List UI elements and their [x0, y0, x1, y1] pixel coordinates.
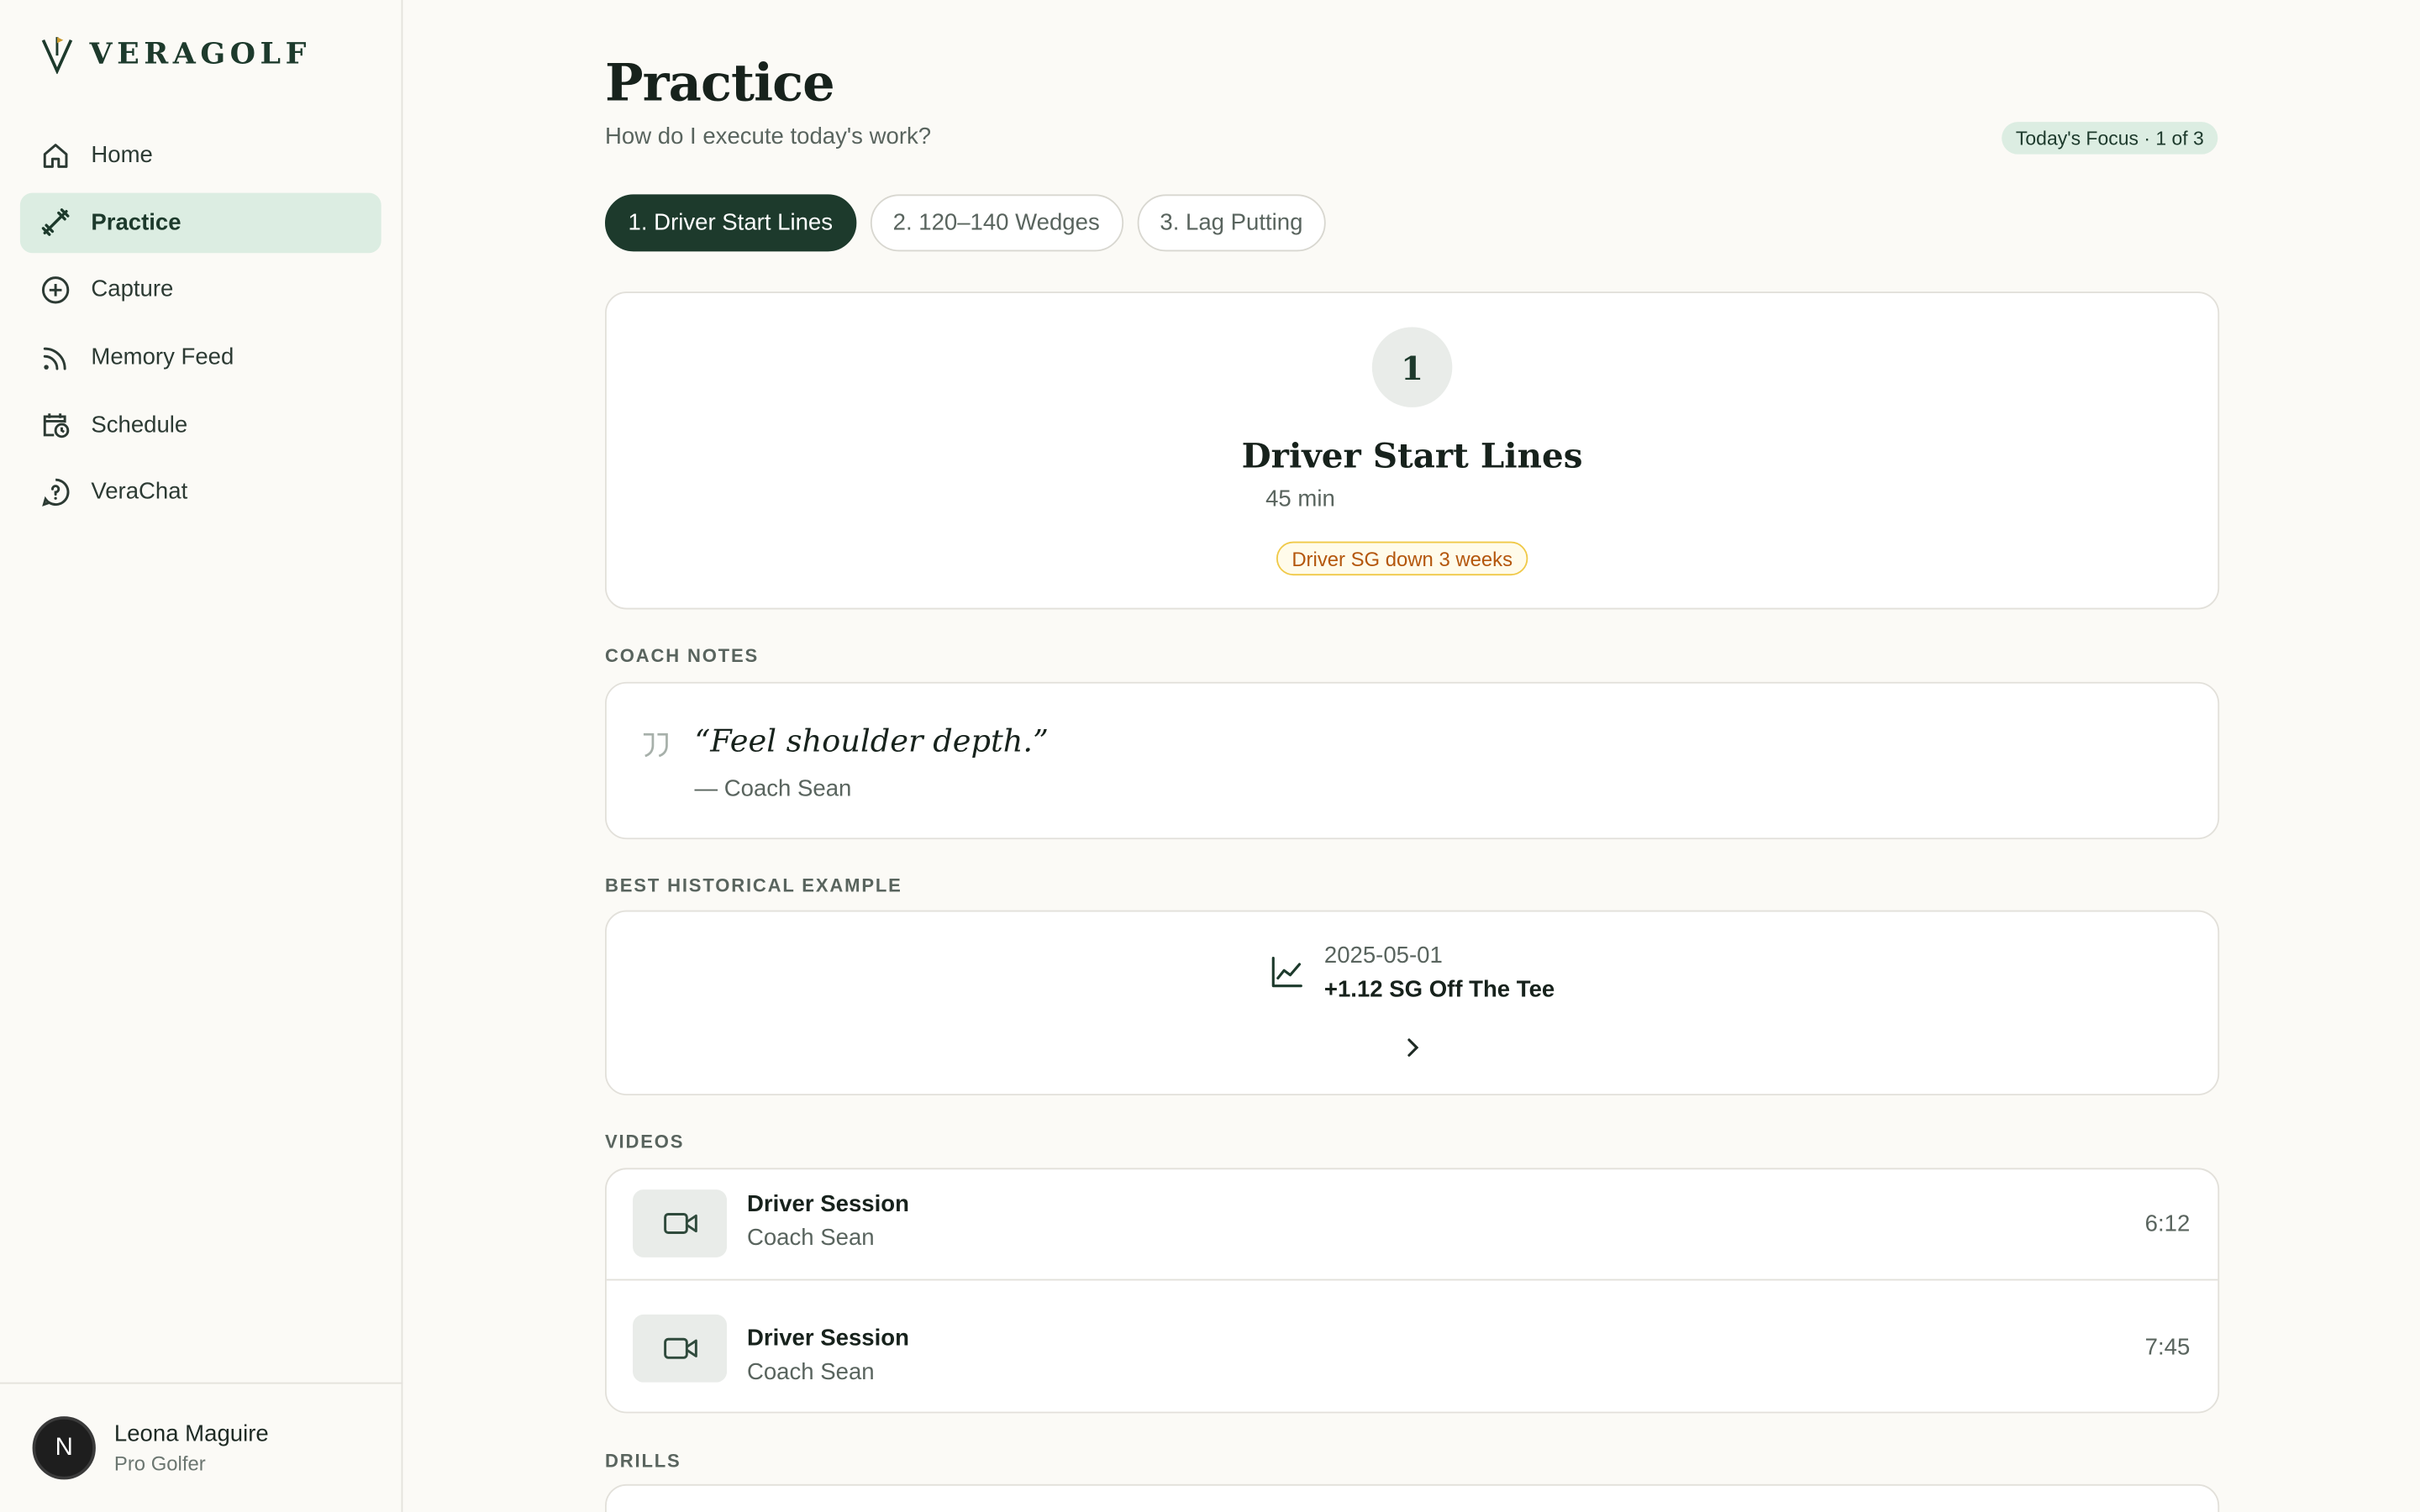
focus-duration: 45 min — [1265, 486, 1335, 512]
video-duration: 7:45 — [2144, 1334, 2191, 1361]
video-camera-icon — [663, 1213, 697, 1234]
focus-number: 1 — [1371, 327, 1453, 407]
avatar: N — [32, 1416, 96, 1480]
sidebar-item-memory-feed[interactable]: Memory Feed — [20, 327, 381, 387]
brand-logo[interactable]: VERAGOLF — [40, 34, 311, 75]
video-camera-icon — [663, 1336, 697, 1358]
plus-circle-icon — [40, 275, 71, 306]
history-date: 2025-05-01 — [1323, 942, 1443, 969]
rss-icon — [40, 342, 71, 373]
brand-name: VERAGOLF — [89, 37, 311, 71]
quote-icon — [640, 717, 671, 769]
sidebar-item-capture[interactable]: Capture — [20, 260, 381, 320]
home-icon — [40, 139, 71, 171]
history-label: BEST HISTORICAL EXAMPLE — [604, 874, 902, 897]
user-name: Leona Maguire — [113, 1420, 269, 1447]
drills-card — [604, 1483, 2220, 1512]
sidebar-item-label: Practice — [91, 209, 182, 236]
chevron-right-icon[interactable] — [1398, 1034, 1426, 1069]
coach-quote-author: — Coach Sean — [694, 775, 852, 803]
sidebar-item-label: VeraChat — [91, 479, 188, 506]
video-thumbnail[interactable] — [633, 1189, 728, 1257]
history-card[interactable]: 2025-05-01 +1.12 SG Off The Tee — [604, 910, 2220, 1096]
sidebar-item-home[interactable]: Home — [20, 125, 381, 186]
sidebar-item-label: Capture — [91, 276, 174, 303]
history-value: +1.12 SG Off The Tee — [1323, 976, 1555, 1003]
video-thumbnail[interactable] — [633, 1313, 728, 1382]
coach-quote: “Feel shoulder depth.” — [694, 722, 1049, 759]
videos-label: VIDEOS — [604, 1131, 685, 1153]
video-coach: Coach Sean — [746, 1359, 875, 1386]
dumbbell-icon — [40, 207, 71, 238]
sidebar-item-label: Schedule — [91, 411, 188, 438]
coach-notes-card: “Feel shoulder depth.” — Coach Sean — [604, 681, 2220, 840]
video-duration: 6:12 — [2144, 1210, 2191, 1237]
help-chat-icon — [40, 476, 71, 507]
list-item[interactable]: Driver Session Coach Sean 7:45 — [606, 1278, 2218, 1415]
status-badge: Driver SG down 3 weeks — [1276, 541, 1528, 576]
sidebar-item-verachat[interactable]: VeraChat — [20, 462, 381, 522]
video-coach: Coach Sean — [746, 1225, 875, 1252]
tab-lag-putting[interactable]: 3. Lag Putting — [1136, 194, 1326, 252]
sidebar: VERAGOLF Home Practice Capture Memory Fe… — [0, 0, 403, 1512]
veragolf-logo-icon — [41, 37, 73, 75]
list-item[interactable]: Driver Session Coach Sean 6:12 — [607, 1169, 2218, 1278]
sidebar-item-label: Home — [91, 141, 153, 169]
focus-tabs: 1. Driver Start Lines 2. 120–140 Wedges … — [604, 194, 1326, 252]
coach-notes-label: COACH NOTES — [604, 644, 760, 667]
calendar-clock-icon — [40, 409, 71, 440]
user-profile[interactable]: N Leona Maguire Pro Golfer — [0, 1382, 403, 1512]
video-title: Driver Session — [746, 1190, 909, 1218]
user-role: Pro Golfer — [113, 1452, 206, 1475]
focus-badge: Today's Focus · 1 of 3 — [2002, 122, 2218, 155]
page-subtitle: How do I execute today's work? — [604, 123, 932, 150]
videos-card: Driver Session Coach Sean 6:12 Driver Se… — [604, 1168, 2220, 1415]
tab-wedges[interactable]: 2. 120–140 Wedges — [870, 194, 1123, 252]
focus-name: Driver Start Lines — [1241, 436, 1583, 477]
focus-card: 1 Driver Start Lines 45 min Driver SG do… — [604, 291, 2220, 610]
line-chart-icon — [1270, 955, 1304, 997]
page-title: Practice — [604, 52, 835, 113]
sidebar-nav: Home Practice Capture Memory Feed Schedu… — [19, 125, 381, 529]
sidebar-item-practice[interactable]: Practice — [19, 192, 381, 253]
tab-driver-start-lines[interactable]: 1. Driver Start Lines — [604, 194, 856, 252]
video-title: Driver Session — [746, 1325, 909, 1352]
sidebar-item-schedule[interactable]: Schedule — [20, 395, 381, 455]
sidebar-item-label: Memory Feed — [91, 344, 234, 370]
drills-label: DRILLS — [604, 1450, 681, 1473]
